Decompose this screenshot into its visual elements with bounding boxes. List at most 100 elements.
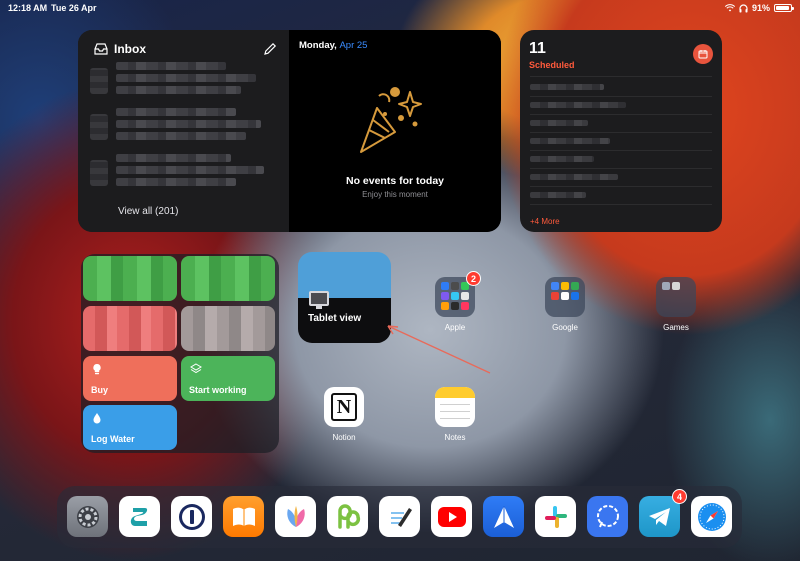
mail-text-blurred [116, 86, 241, 94]
layers-icon [190, 363, 202, 374]
shortcut-blurred[interactable] [83, 256, 177, 301]
battery-percent: 91% [751, 3, 770, 13]
chat-bubble-icon [596, 504, 619, 527]
drop-icon [93, 413, 101, 424]
mail-avatar-blurred [90, 114, 108, 140]
divider [530, 76, 712, 77]
mail-text-blurred [116, 120, 261, 128]
mail-calendar-widget[interactable]: Inbox View all (201) Monday, Apr 25 No e… [78, 30, 501, 232]
dock-1password-app[interactable] [171, 496, 212, 537]
dock-youtube-app[interactable] [431, 496, 472, 537]
mail-text-blurred [116, 178, 236, 186]
reminder-item-blurred[interactable] [530, 120, 588, 126]
wifi-icon [724, 4, 735, 12]
book-icon [232, 507, 255, 526]
mail-widget[interactable]: Inbox View all (201) [78, 30, 289, 232]
mail-avatar-blurred [90, 160, 108, 186]
folder-icon: 2 [435, 271, 481, 317]
divider [530, 114, 712, 115]
app-label: Google [552, 323, 578, 332]
tablet-view-widget[interactable]: Tablet view [298, 252, 391, 343]
divider [530, 150, 712, 151]
app-label: Notion [332, 433, 356, 442]
reminders-count: 11 [529, 40, 546, 57]
calendar-widget[interactable]: Monday, Apr 25 No events for today Enjoy… [289, 30, 501, 232]
mail-title: Inbox [114, 42, 146, 56]
mail-text-blurred [116, 132, 246, 140]
pdf-expert-icon [337, 503, 360, 529]
google-folder[interactable]: Google [530, 277, 600, 332]
dock-mindnode-app[interactable] [275, 496, 316, 537]
dock-spark-app[interactable] [483, 496, 524, 537]
calendar-date: Monday, Apr 25 [299, 40, 367, 51]
1password-icon [178, 503, 205, 530]
surfshark-icon [130, 507, 147, 526]
headphones-icon [739, 3, 748, 12]
reminders-more-link[interactable]: +4 More [530, 217, 560, 226]
mail-row[interactable] [90, 106, 277, 146]
dock-signal-app[interactable] [587, 496, 628, 537]
reminder-item-blurred[interactable] [530, 84, 604, 90]
reminder-item-blurred[interactable] [530, 174, 618, 180]
slack-icon [544, 505, 567, 528]
mail-row[interactable] [90, 152, 277, 192]
shortcut-blurred[interactable] [181, 256, 275, 301]
status-bar: 12:18 AM Tue 26 Apr 91% [0, 0, 800, 16]
shortcut-buy-button[interactable]: Buy [83, 356, 177, 401]
mail-avatar-blurred [90, 68, 108, 94]
folder-icon [656, 277, 696, 317]
notion-app[interactable]: N Notion [309, 387, 379, 442]
divider [530, 132, 712, 133]
reminder-item-blurred[interactable] [530, 156, 594, 162]
status-date: Tue 26 Apr [51, 3, 97, 13]
reminder-item-blurred[interactable] [530, 138, 610, 144]
monitor-icon [309, 291, 329, 309]
shortcut-log-water-button[interactable]: Log Water [83, 405, 177, 450]
notes-app[interactable]: Notes [420, 387, 490, 442]
dock-telegram-app[interactable]: 4 [639, 489, 687, 537]
mail-row[interactable] [90, 60, 277, 100]
dock-pdf-expert-app[interactable] [327, 496, 368, 537]
dock-surfshark-app[interactable] [119, 496, 160, 537]
app-label: Notes [444, 433, 466, 442]
shortcuts-widget: Buy Start working Log Water [81, 254, 279, 453]
reminders-widget[interactable]: 11 Scheduled +4 More [520, 30, 722, 232]
games-folder[interactable]: Games [641, 277, 711, 332]
reminders-title: Scheduled [529, 60, 575, 70]
dock-safari-app[interactable] [691, 496, 732, 537]
notes-icon [435, 387, 475, 427]
mail-header: Inbox [94, 42, 146, 56]
dock-settings-app[interactable] [67, 496, 108, 537]
compose-icon[interactable] [263, 42, 277, 56]
shortcut-blurred[interactable] [83, 306, 177, 351]
calendar-icon [693, 44, 713, 64]
compass-icon [697, 502, 726, 531]
apple-folder[interactable]: 2 Apple [420, 271, 490, 332]
leaf-icon [286, 505, 305, 527]
inbox-tray-icon [94, 43, 108, 55]
pen-paper-icon [390, 507, 412, 527]
paper-plane-icon [493, 505, 514, 528]
reminder-item-blurred[interactable] [530, 192, 586, 198]
shortcut-blurred[interactable] [181, 306, 275, 351]
notification-badge: 2 [466, 271, 481, 286]
mail-text-blurred [116, 166, 264, 174]
divider [530, 186, 712, 187]
dock-goodnotes-app[interactable] [379, 496, 420, 537]
view-all-link[interactable]: View all (201) [118, 206, 178, 217]
dock-slack-app[interactable] [535, 496, 576, 537]
reminder-item-blurred[interactable] [530, 102, 626, 108]
divider [530, 96, 712, 97]
shortcut-label: Log Water [91, 434, 135, 444]
mail-text-blurred [116, 62, 226, 70]
shortcut-label: Start working [189, 385, 247, 395]
tablet-view-label: Tablet view [308, 313, 362, 324]
shortcut-start-working-button[interactable]: Start working [181, 356, 275, 401]
gear-icon [76, 505, 99, 528]
calendar-weekday: Monday, [299, 40, 337, 51]
notification-badge: 4 [672, 489, 687, 504]
mail-text-blurred [116, 108, 236, 116]
party-popper-icon [360, 87, 422, 153]
calendar-day: Apr 25 [339, 40, 368, 51]
dock-books-app[interactable] [223, 496, 264, 537]
